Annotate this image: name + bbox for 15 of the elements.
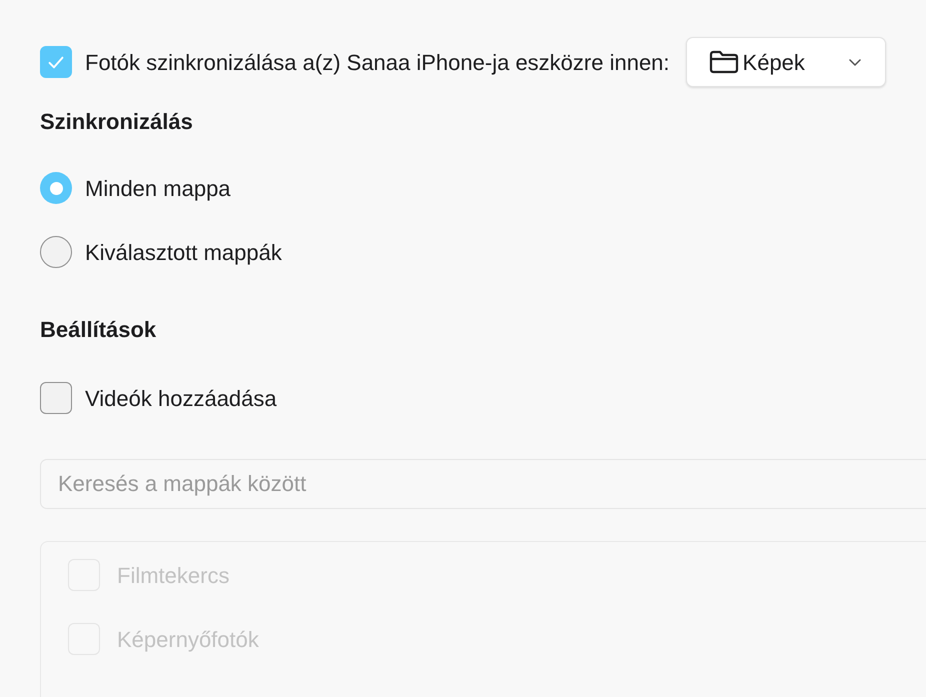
radio-button[interactable] [40, 236, 72, 268]
section-heading: Szinkronizálás [40, 110, 193, 134]
checkbox[interactable] [40, 46, 72, 78]
sync-photos-label: Fotók szinkronizálása a(z) Sanaa iPhone-ja eszközre innen: [85, 48, 670, 77]
folder-icon [708, 50, 739, 74]
source-folder-dropdown[interactable]: Képek [686, 37, 886, 87]
radio-label: Kiválasztott mappák [85, 238, 282, 267]
checkbox[interactable] [40, 382, 72, 414]
section-heading: Beállítások [40, 318, 156, 342]
radio-button[interactable] [40, 172, 72, 204]
radio-label: Minden mappa [85, 174, 231, 203]
check-icon [48, 56, 64, 68]
chevron-down-icon [848, 58, 861, 66]
checkbox-label: Videók hozzáadása [85, 384, 277, 412]
search-field[interactable]: Keresés a mappák között [40, 459, 926, 509]
